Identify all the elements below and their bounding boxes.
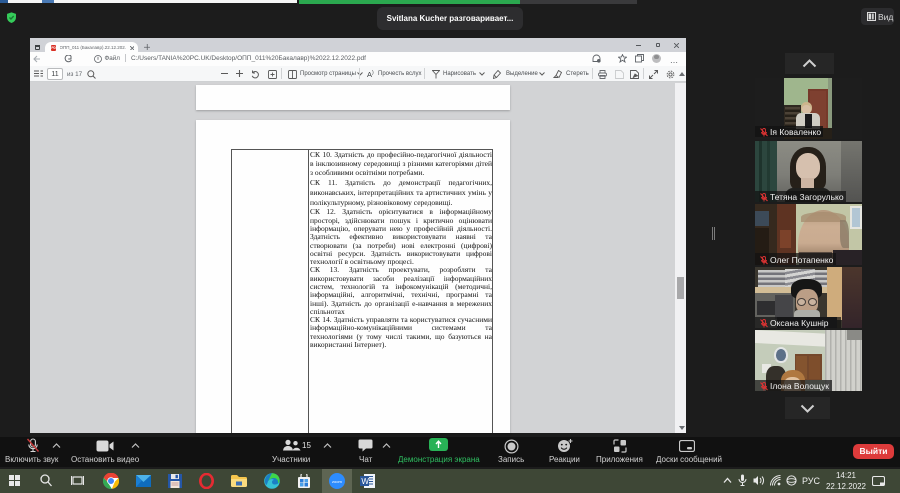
- svg-text:W: W: [361, 477, 369, 486]
